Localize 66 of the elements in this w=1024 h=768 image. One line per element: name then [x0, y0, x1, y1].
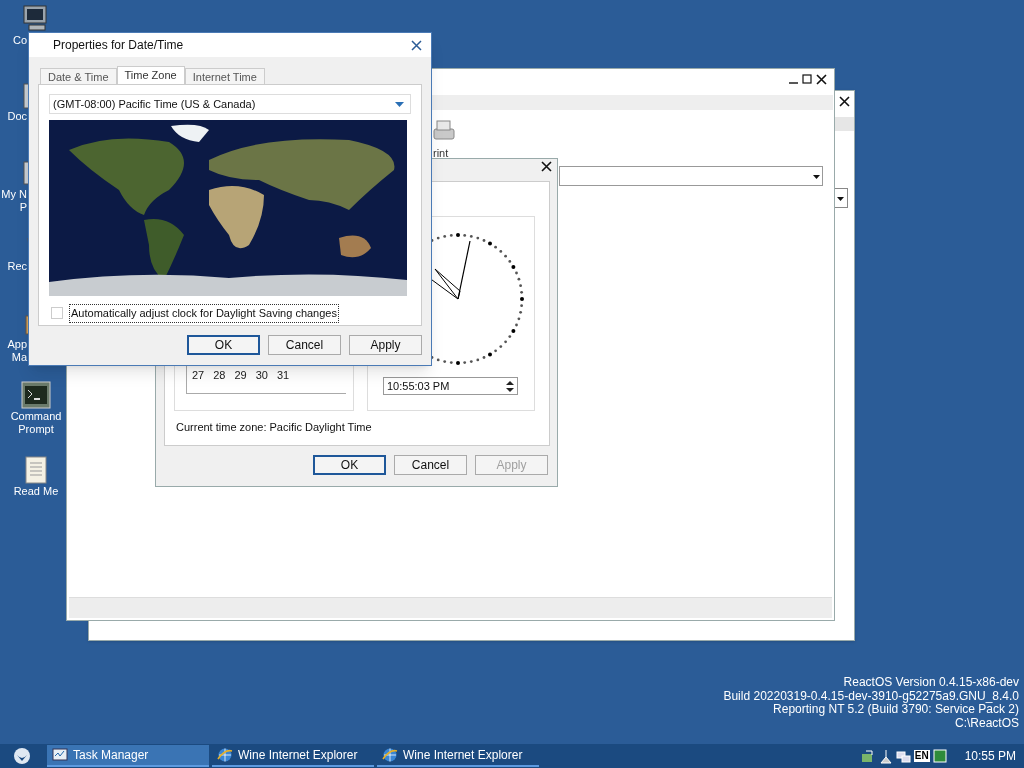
timezone-value: (GMT-08:00) Pacific Time (US & Canada) [53, 96, 257, 112]
minimize-icon [789, 82, 798, 84]
tab[interactable]: Time Zone [116, 66, 185, 84]
monitor-icon [52, 747, 68, 763]
status-icon[interactable] [932, 749, 947, 763]
spinner-icon [505, 379, 515, 393]
dialog-button[interactable]: OK [187, 335, 260, 355]
tab[interactable]: Internet Time [184, 68, 265, 84]
globe-icon [382, 747, 398, 763]
calendar-day[interactable]: 31 [277, 369, 290, 381]
icon-label[interactable]: Prompt [18, 423, 54, 436]
dialog-button[interactable]: Apply [349, 335, 422, 355]
taskbar-label: Wine Internet Explorer [238, 747, 358, 764]
toolbar-label[interactable]: rint [433, 147, 449, 159]
close-icon [838, 95, 851, 108]
language-indicator[interactable]: EN [913, 750, 930, 762]
icon-label[interactable]: Read Me [13, 485, 59, 498]
close-button[interactable] [409, 38, 423, 52]
icon-label[interactable]: Co [12, 34, 27, 47]
icon-label[interactable]: Command [10, 410, 62, 423]
dialog-button[interactable]: OK [313, 455, 386, 475]
calendar-day[interactable]: 30 [255, 369, 268, 381]
taskbar-button[interactable]: Task Manager [47, 745, 209, 767]
close-icon [541, 161, 552, 172]
icon-label[interactable]: P [19, 201, 27, 214]
dialog-button[interactable]: Cancel [394, 455, 467, 475]
globe-icon [217, 747, 233, 763]
broom-icon[interactable] [877, 748, 893, 764]
checkbox[interactable] [51, 307, 63, 320]
icon-label[interactable]: My N [1, 188, 27, 201]
version-text: C:\ReactOS [954, 716, 1019, 730]
icon-label[interactable]: App [7, 338, 27, 351]
window-title: Properties for Date/Time [53, 37, 185, 54]
taskbar-label: Wine Internet Explorer [403, 747, 523, 764]
checkbox-label[interactable]: Automatically adjust clock for Daylight Saving changes [69, 304, 339, 323]
icon-label[interactable]: Ma [11, 351, 27, 364]
caret-icon [836, 196, 845, 202]
dialog-button[interactable]: Cancel [268, 335, 341, 355]
close-icon [410, 39, 422, 51]
calendar-day[interactable]: 27 [192, 369, 205, 381]
time-value: 10:55:03 PM [386, 380, 451, 392]
taskbar-label: Task Manager [73, 747, 149, 764]
taskbar-button[interactable]: Wine Internet Explorer [377, 745, 539, 767]
terminal-icon [20, 380, 52, 410]
icon-label[interactable]: Doc [7, 110, 27, 123]
maximize-icon [802, 74, 812, 84]
monitors-icon[interactable] [895, 748, 911, 764]
network-icon[interactable] [859, 748, 875, 764]
caret-icon [395, 101, 404, 107]
version-text: Build 20220319-0.4.15-dev-3910-g52275a9.GNU_8.4.0 [723, 689, 1019, 703]
logo-icon [13, 747, 31, 765]
toolbar-strip [834, 117, 854, 131]
dropdown-field[interactable] [559, 166, 823, 186]
icon-label[interactable]: Rec [7, 260, 27, 273]
time-zone-text: Current time zone: Pacific Daylight Time [176, 421, 372, 433]
calendar-day[interactable]: 28 [213, 369, 226, 381]
caret-icon [812, 174, 821, 180]
close-icon [816, 74, 827, 85]
timezone-dropdown[interactable]: (GMT-08:00) Pacific Time (US & Canada) [49, 94, 411, 114]
calendar-day[interactable]: 29 [234, 369, 247, 381]
taskbar-clock[interactable]: 10:55 PM [964, 747, 1016, 765]
version-text: ReactOS Version 0.4.15-x86-dev [843, 676, 1019, 690]
taskbar-button[interactable]: Wine Internet Explorer [212, 745, 374, 767]
version-text: Reporting NT 5.2 (Build 3790: Service Pack 2) [773, 703, 1019, 717]
tab[interactable]: Date & Time [40, 68, 117, 84]
time-field[interactable]: 10:55:03 PM [383, 377, 518, 395]
